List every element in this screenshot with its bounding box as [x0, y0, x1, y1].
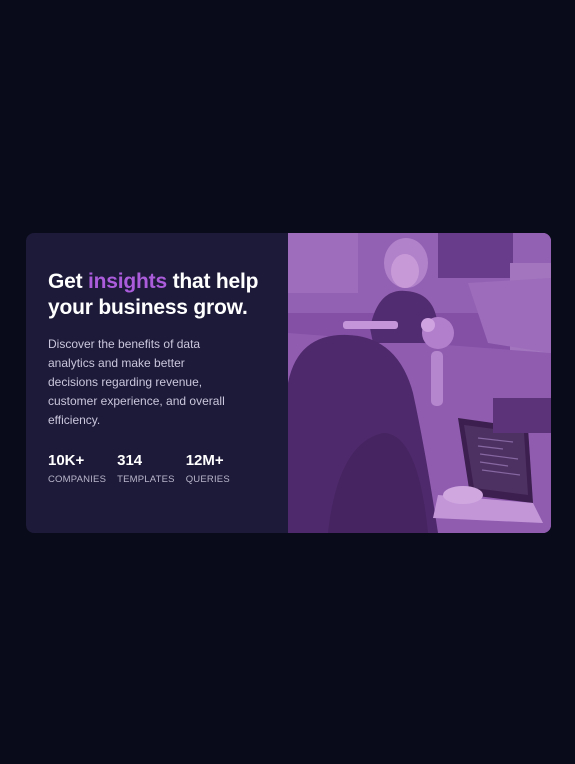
- header-image: [288, 233, 551, 533]
- stat-value: 314: [117, 452, 143, 469]
- headline-start: Get: [48, 270, 89, 293]
- stat-value: 12M+: [185, 452, 224, 469]
- purple-overlay: [288, 233, 551, 533]
- stat-label: TEMPLATES: [117, 474, 175, 485]
- headline: Get insights that help your business gro…: [48, 269, 288, 321]
- stat-value: 10K+: [48, 452, 85, 469]
- stat-queries: 12M+ QUERIES: [186, 452, 230, 486]
- office-photo: [288, 233, 551, 533]
- headline-accent: insights: [88, 270, 167, 293]
- description: Discover the benefits of data analytics …: [48, 337, 225, 427]
- stat-templates: 314 TEMPLATES: [117, 452, 175, 486]
- stats-row: 10K+ COMPANIES 314 TEMPLATES 12M+ QUERIE…: [48, 452, 288, 486]
- stat-companies: 10K+ COMPANIES: [48, 452, 106, 486]
- stat-label: COMPANIES: [48, 474, 107, 485]
- card-content: Get insights that help your business gro…: [26, 233, 288, 533]
- stat-label: QUERIES: [185, 474, 230, 485]
- stats-preview-card: Get insights that help your business gro…: [26, 233, 551, 533]
